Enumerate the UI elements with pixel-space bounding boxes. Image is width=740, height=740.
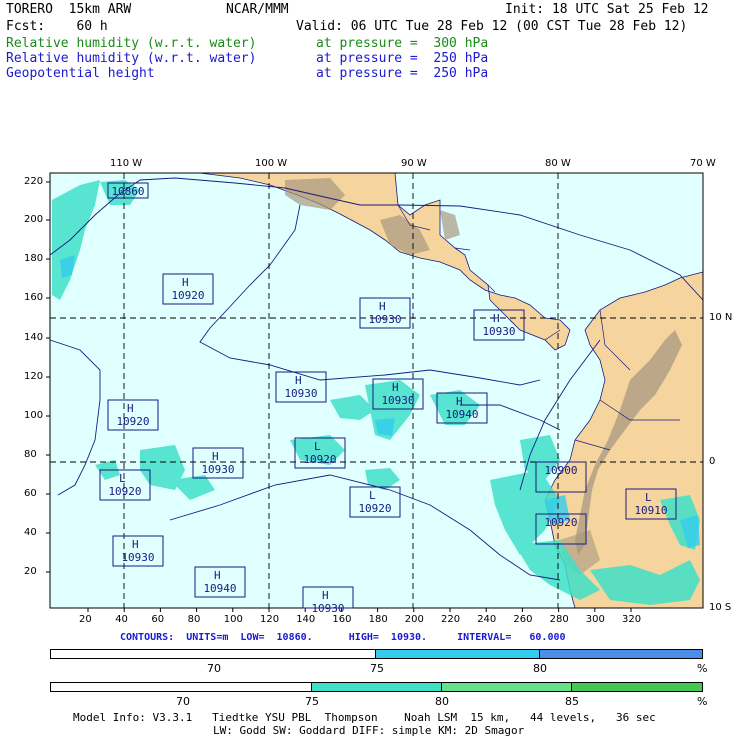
lon-tick-90w: 90 W (401, 158, 427, 169)
y-tick-label: 60 (24, 488, 37, 499)
pressure-type: H (456, 395, 463, 408)
pressure-value: 10930 (201, 463, 234, 476)
y-tick-label: 120 (24, 371, 44, 382)
y-tick-label: 40 (24, 527, 37, 538)
colorbar1-seg-white (50, 649, 376, 659)
pressure-value: 10930 (381, 394, 414, 407)
pressure-value: 10930 (121, 551, 154, 564)
lat-tick-10s: 10 S (709, 602, 732, 613)
pressure-type: H (493, 312, 500, 325)
colorbar2-label-70: 70 (176, 695, 190, 708)
pressure-type: H (132, 538, 139, 551)
pressure-type: H (182, 276, 189, 289)
pressure-type: H (392, 381, 399, 394)
x-tick-label: 40 (115, 614, 128, 625)
y-tick-label: 100 (24, 410, 44, 421)
pressure-value: 10860 (111, 185, 144, 198)
lon-tick-80w: 80 W (545, 158, 571, 169)
pressure-value: 10930 (482, 325, 515, 338)
colorbar1-label-80: 80 (533, 662, 547, 675)
pressure-value: 10910 (634, 504, 667, 517)
pressure-type: H (127, 402, 134, 415)
pressure-center-label: 10860 (107, 182, 149, 199)
pressure-type: L (645, 491, 652, 504)
colorbar1-unit: % (697, 662, 708, 675)
contour-info: CONTOURS: UNITS=m LOW= 10860. HIGH= 1093… (120, 632, 566, 643)
y-tick-label: 180 (24, 253, 44, 264)
map-plot-area: 10860H10920H10930 H10930H10930 H10930 H1094… (46, 172, 704, 615)
y-tick-label: 80 (24, 449, 37, 460)
colorbar2-label-85: 85 (565, 695, 579, 708)
lon-tick-110w: 110 W (110, 158, 143, 169)
colorbar2-seg-teal (311, 682, 442, 692)
weather-map: 10860H10920H10930 H10930H10930 H10930 H1094… (46, 172, 704, 615)
colorbar2-seg-green (571, 682, 703, 692)
pressure-value: 10920 (108, 485, 141, 498)
y-tick-label: 140 (24, 332, 44, 343)
pressure-type: L (369, 489, 376, 502)
colorbar2-label-75: 75 (305, 695, 319, 708)
pressure-value: 10920 (303, 453, 336, 466)
pressure-value: 10940 (445, 408, 478, 421)
y-tick-label: 200 (24, 214, 44, 225)
pressure-type: L (119, 472, 126, 485)
pressure-type: H (322, 589, 329, 602)
pressure-value: 10920 (544, 516, 577, 529)
x-tick-label: 100 (223, 614, 243, 625)
x-tick-label: 320 (622, 614, 642, 625)
pressure-type: H (214, 569, 221, 582)
lat-tick-10n: 10 N (709, 312, 733, 323)
pressure-type: L (314, 440, 321, 453)
pressure-value: 10920 (171, 289, 204, 302)
colorbar2-seg-white (50, 682, 312, 692)
lon-tick-70w: 70 W (690, 158, 716, 169)
model-info-line-2: LW: Godd SW: Goddard DIFF: simple KM: 2D… (213, 724, 525, 737)
pressure-type: H (212, 450, 219, 463)
x-tick-label: 80 (187, 614, 201, 625)
colorbar1-label-75: 75 (370, 662, 384, 675)
x-tick-label: 200 (404, 614, 424, 625)
x-tick-label: 20 (79, 614, 92, 625)
x-tick-label: 280 (549, 614, 569, 625)
colorbar2-unit: % (697, 695, 708, 708)
pressure-value: 10920 (116, 415, 149, 428)
lat-tick-0: 0 (709, 456, 716, 467)
x-tick-label: 240 (477, 614, 497, 625)
x-tick-label: 60 (151, 614, 165, 625)
x-tick-label: 180 (368, 614, 388, 625)
y-tick-label: 160 (24, 292, 44, 303)
x-tick-label: 220 (441, 614, 461, 625)
colorbar2-seg-lightgreen (441, 682, 572, 692)
x-tick-label: 140 (296, 614, 316, 625)
colorbar2-label-80: 80 (435, 695, 449, 708)
x-tick-label: 260 (513, 614, 533, 625)
y-tick-label: 20 (24, 566, 37, 577)
model-info-line-1: Model Info: V3.3.1 Tiedtke YSU PBL Thomp… (73, 711, 656, 724)
colorbar1-seg-blue (539, 649, 703, 659)
pressure-value: 10900 (544, 464, 577, 477)
pressure-value: 10920 (358, 502, 391, 515)
x-tick-label: 160 (332, 614, 352, 625)
lon-tick-100w: 100 W (255, 158, 288, 169)
pressure-type: H (295, 374, 302, 387)
pressure-type: H (379, 300, 386, 313)
pressure-value: 10940 (203, 582, 236, 595)
pressure-value: 10930 (284, 387, 317, 400)
x-tick-label: 300 (585, 614, 605, 625)
y-tick-label: 220 (24, 176, 44, 187)
pressure-value: 10930 (368, 313, 401, 326)
colorbar1-seg-cyan (375, 649, 540, 659)
colorbar1-label-70: 70 (207, 662, 221, 675)
x-tick-label: 120 (260, 614, 280, 625)
